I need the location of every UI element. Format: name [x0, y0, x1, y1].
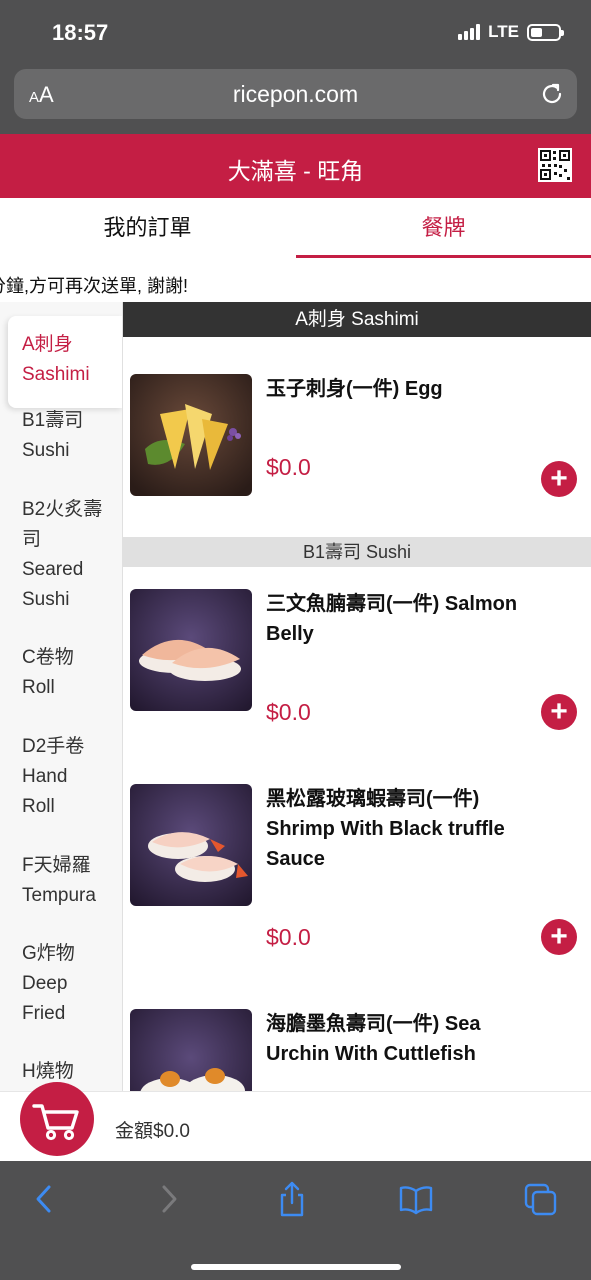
salmon-belly-sushi-image: [130, 589, 252, 711]
sidebar-item-label: Deep: [22, 973, 68, 994]
egg-sashimi-image: [130, 374, 252, 496]
sidebar-item-deep-fried[interactable]: G炸物 Deep Fried: [0, 939, 122, 1029]
cart-total: 金額$0.0: [115, 1121, 190, 1142]
sidebar-item-label: B1壽司: [22, 410, 84, 431]
status-time: 18:57: [52, 20, 109, 45]
sidebar-item-label: B2火炙壽: [22, 499, 103, 520]
item-name-line: 三文魚腩壽司(一件) Salmon: [266, 593, 518, 615]
section-header-sashimi: A刺身 Sashimi: [123, 302, 591, 337]
shrimp-sushi-image: [130, 784, 252, 906]
sidebar-item-sashimi[interactable]: A刺身 Sashimi: [8, 316, 122, 408]
sidebar-item-label: D2手卷: [22, 736, 85, 757]
signal-icon: [458, 24, 481, 40]
menu-item[interactable]: 海膽墨魚壽司(一件) Sea Urchin With Cuttlefish: [123, 1009, 591, 1092]
cart-icon: [32, 1104, 79, 1141]
item-name-line: Urchin With Cuttlefish: [266, 1043, 476, 1065]
url-text[interactable]: ricepon.com: [14, 81, 577, 108]
item-name-line: 玉子刺身(一件) Egg: [266, 378, 443, 400]
item-name-line: Belly: [266, 623, 314, 645]
forward-icon[interactable]: [152, 1181, 186, 1217]
sidebar-item-label: Sashimi: [22, 364, 90, 385]
item-name-line: Sauce: [266, 848, 325, 870]
sidebar-item-hand-roll[interactable]: D2手卷 Hand Roll: [0, 732, 122, 822]
sidebar-item-label: Sushi: [22, 440, 70, 461]
item-name: 黑松露玻璃蝦壽司(一件) Shrimp With Black truffle S…: [266, 784, 566, 874]
add-icon[interactable]: +: [541, 694, 577, 730]
sidebar-item-label: F天婦羅: [22, 855, 91, 876]
cart-button[interactable]: [20, 1082, 94, 1156]
item-name-line: 海膽墨魚壽司(一件) Sea: [266, 1013, 481, 1035]
share-icon[interactable]: [275, 1181, 309, 1217]
item-name: 玉子刺身(一件) Egg: [266, 374, 566, 404]
tab-menu[interactable]: 餐牌: [296, 198, 591, 258]
notice-marquee: 分鐘,方可再次送單, 謝謝!: [0, 270, 591, 298]
item-price: $0.0: [266, 699, 311, 725]
item-price: $0.0: [266, 924, 311, 950]
tab-bar: 我的訂單 餐牌: [0, 198, 591, 260]
browser-toolbar: [0, 1161, 591, 1280]
item-name-line: 黑松露玻璃蝦壽司(一件): [266, 788, 480, 810]
menu-item[interactable]: 三文魚腩壽司(一件) Salmon Belly $0.0 +: [123, 589, 591, 759]
sidebar-item-seared-sushi[interactable]: B2火炙壽 司 Seared Sushi: [0, 495, 122, 615]
add-icon[interactable]: +: [541, 919, 577, 955]
sidebar-item-label: Hand: [22, 766, 68, 787]
sidebar-item-label: Seared: [22, 559, 84, 580]
sidebar-item-roll[interactable]: C卷物 Roll: [0, 643, 122, 703]
network-type: LTE: [488, 22, 519, 41]
browser-address-area: AA ricepon.com: [0, 62, 591, 134]
tab-my-orders[interactable]: 我的訂單: [0, 198, 295, 258]
menu-item[interactable]: 玉子刺身(一件) Egg $0.0 +: [123, 374, 591, 524]
sidebar-item-label: Tempura: [22, 885, 96, 906]
item-name-line: Shrimp With Black truffle: [266, 818, 505, 840]
sidebar-item-label: Fried: [22, 1003, 66, 1024]
cart-bar: 金額$0.0: [0, 1082, 591, 1161]
battery-icon: [527, 23, 564, 41]
section-header-sushi: B1壽司 Sushi: [123, 537, 591, 567]
sidebar-item-tempura[interactable]: F天婦羅 Tempura: [0, 851, 122, 911]
bookmarks-icon[interactable]: [399, 1181, 433, 1217]
menu-list: A刺身 Sashimi 玉子刺身(一件) Egg $0.0 + B1壽司 Sus…: [123, 302, 591, 1092]
item-price: $0.0: [266, 454, 311, 480]
menu-item[interactable]: 黑松露玻璃蝦壽司(一件) Shrimp With Black truffle S…: [123, 784, 591, 984]
sidebar-item-label: G炸物: [22, 943, 75, 964]
reload-icon[interactable]: [539, 81, 565, 107]
item-name: 三文魚腩壽司(一件) Salmon Belly: [266, 589, 566, 649]
sidebar-item-label: Sushi: [22, 589, 70, 610]
category-sidebar: A刺身 Sashimi B1壽司 Sushi B2火炙壽 司 Seared Su…: [0, 302, 123, 1092]
status-bar: 18:57 LTE: [0, 0, 591, 62]
page-title: 大滿喜 - 旺角: [227, 158, 364, 184]
sidebar-item-label: A刺身: [22, 334, 73, 355]
app-header: 大滿喜 - 旺角: [0, 134, 591, 198]
sidebar-item-sushi[interactable]: B1壽司 Sushi: [0, 406, 122, 466]
sidebar-item-label: C卷物: [22, 647, 74, 668]
item-name: 海膽墨魚壽司(一件) Sea Urchin With Cuttlefish: [266, 1009, 566, 1069]
address-bar[interactable]: AA ricepon.com: [14, 69, 577, 119]
qr-code-icon[interactable]: [538, 148, 572, 182]
home-indicator: [191, 1264, 401, 1270]
tabs-icon[interactable]: [524, 1181, 558, 1217]
back-icon[interactable]: [28, 1181, 62, 1217]
sidebar-item-label: Roll: [22, 796, 55, 817]
notice-text: 分鐘,方可再次送單, 謝謝!: [0, 276, 189, 296]
sea-urchin-sushi-image: [130, 1009, 252, 1092]
sidebar-item-label: 司: [22, 529, 42, 550]
add-icon[interactable]: +: [541, 461, 577, 497]
sidebar-item-label: Roll: [22, 677, 55, 698]
status-indicators: LTE: [458, 22, 564, 42]
